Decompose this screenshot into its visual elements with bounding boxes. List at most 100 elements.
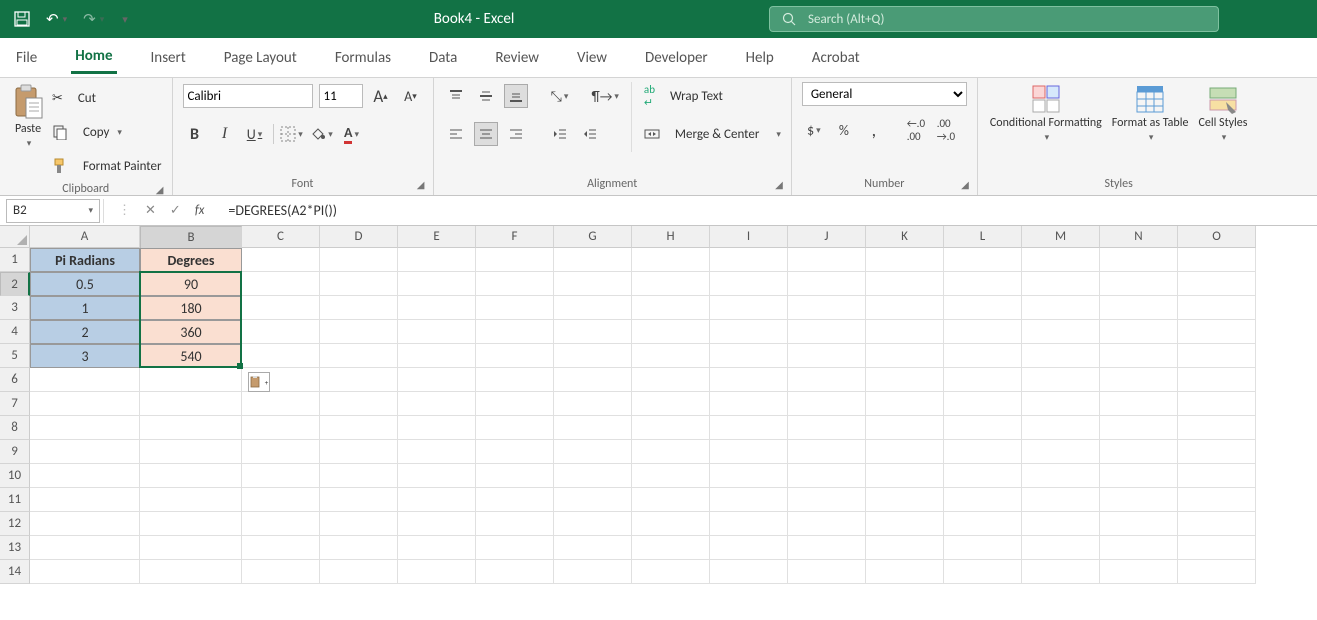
cell-J7[interactable]: [788, 392, 866, 416]
enter-icon[interactable]: ✓: [170, 203, 181, 218]
cell-D8[interactable]: [320, 416, 398, 440]
cell-G14[interactable]: [554, 560, 632, 584]
cell-D7[interactable]: [320, 392, 398, 416]
dialog-launcher-icon[interactable]: ◢: [417, 178, 425, 191]
cell-E3[interactable]: [398, 296, 476, 320]
decrease-decimal-button[interactable]: .00→.0: [934, 118, 958, 142]
cell-I8[interactable]: [710, 416, 788, 440]
cell-K14[interactable]: [866, 560, 944, 584]
cell-C12[interactable]: [242, 512, 320, 536]
cell-L1[interactable]: [944, 248, 1022, 272]
font-size-select[interactable]: [319, 84, 363, 108]
cell-E10[interactable]: [398, 464, 476, 488]
cell-O4[interactable]: [1178, 320, 1256, 344]
row-header-3[interactable]: 3: [0, 296, 30, 320]
cell-F14[interactable]: [476, 560, 554, 584]
cell-M13[interactable]: [1022, 536, 1100, 560]
cell-L8[interactable]: [944, 416, 1022, 440]
cell-I4[interactable]: [710, 320, 788, 344]
cell-F11[interactable]: [476, 488, 554, 512]
tab-acrobat[interactable]: Acrobat: [808, 43, 864, 73]
cell-J3[interactable]: [788, 296, 866, 320]
cell-A2[interactable]: 0.5: [30, 272, 140, 296]
cell-B1[interactable]: Degrees: [140, 248, 242, 272]
cell-G7[interactable]: [554, 392, 632, 416]
cell-K6[interactable]: [866, 368, 944, 392]
cell-I12[interactable]: [710, 512, 788, 536]
row-header-2[interactable]: 2: [0, 272, 30, 296]
cell-E8[interactable]: [398, 416, 476, 440]
cell-K8[interactable]: [866, 416, 944, 440]
cell-M10[interactable]: [1022, 464, 1100, 488]
cell-B7[interactable]: [140, 392, 242, 416]
bold-button[interactable]: B: [183, 122, 207, 146]
cell-O10[interactable]: [1178, 464, 1256, 488]
cell-H11[interactable]: [632, 488, 710, 512]
col-header-A[interactable]: A: [30, 226, 140, 248]
spreadsheet-grid[interactable]: ABCDEFGHIJKLMNO 1234567891011121314 Pi R…: [0, 226, 1317, 584]
cell-F3[interactable]: [476, 296, 554, 320]
cell-E12[interactable]: [398, 512, 476, 536]
align-bottom-button[interactable]: [504, 84, 528, 108]
cell-I13[interactable]: [710, 536, 788, 560]
cell-M2[interactable]: [1022, 272, 1100, 296]
cell-D1[interactable]: [320, 248, 398, 272]
cell-B11[interactable]: [140, 488, 242, 512]
row-header-13[interactable]: 13: [0, 536, 30, 560]
cell-O1[interactable]: [1178, 248, 1256, 272]
cell-H13[interactable]: [632, 536, 710, 560]
align-top-button[interactable]: [444, 84, 468, 108]
dialog-launcher-icon[interactable]: ◢: [156, 183, 164, 196]
cell-A4[interactable]: 2: [30, 320, 140, 344]
increase-indent-button[interactable]: [578, 122, 602, 146]
cell-I3[interactable]: [710, 296, 788, 320]
cell-J10[interactable]: [788, 464, 866, 488]
format-painter-button[interactable]: Format Painter: [52, 152, 162, 180]
cell-C14[interactable]: [242, 560, 320, 584]
cell-C11[interactable]: [242, 488, 320, 512]
cancel-icon[interactable]: ✕: [145, 203, 156, 218]
tab-formulas[interactable]: Formulas: [331, 43, 395, 73]
cell-N3[interactable]: [1100, 296, 1178, 320]
col-header-B[interactable]: B: [140, 226, 242, 250]
cell-M6[interactable]: [1022, 368, 1100, 392]
decrease-indent-button[interactable]: [548, 122, 572, 146]
cell-E2[interactable]: [398, 272, 476, 296]
cell-G6[interactable]: [554, 368, 632, 392]
cell-J1[interactable]: [788, 248, 866, 272]
row-header-6[interactable]: 6: [0, 368, 30, 392]
cell-G1[interactable]: [554, 248, 632, 272]
dropdown-icon[interactable]: ⋮: [118, 203, 131, 218]
cell-B9[interactable]: [140, 440, 242, 464]
cell-F9[interactable]: [476, 440, 554, 464]
cell-G8[interactable]: [554, 416, 632, 440]
cell-K2[interactable]: [866, 272, 944, 296]
cell-styles-button[interactable]: Cell Styles▾: [1196, 82, 1249, 145]
cell-L12[interactable]: [944, 512, 1022, 536]
col-header-F[interactable]: F: [476, 226, 554, 248]
cell-B3[interactable]: 180: [140, 296, 242, 320]
row-header-4[interactable]: 4: [0, 320, 30, 344]
italic-button[interactable]: I: [213, 122, 237, 146]
fill-color-button[interactable]: ▾: [310, 122, 334, 146]
cell-N5[interactable]: [1100, 344, 1178, 368]
cell-J13[interactable]: [788, 536, 866, 560]
cell-E14[interactable]: [398, 560, 476, 584]
cell-K4[interactable]: [866, 320, 944, 344]
cell-F2[interactable]: [476, 272, 554, 296]
cell-A6[interactable]: [30, 368, 140, 392]
cell-K10[interactable]: [866, 464, 944, 488]
row-header-14[interactable]: 14: [0, 560, 30, 584]
cell-H7[interactable]: [632, 392, 710, 416]
cell-A7[interactable]: [30, 392, 140, 416]
cell-A11[interactable]: [30, 488, 140, 512]
cell-C1[interactable]: [242, 248, 320, 272]
cell-D5[interactable]: [320, 344, 398, 368]
cell-L7[interactable]: [944, 392, 1022, 416]
cell-K5[interactable]: [866, 344, 944, 368]
cell-I6[interactable]: [710, 368, 788, 392]
col-header-D[interactable]: D: [320, 226, 398, 248]
cell-I10[interactable]: [710, 464, 788, 488]
conditional-formatting-button[interactable]: Conditional Formatting▾: [988, 82, 1104, 145]
cell-B14[interactable]: [140, 560, 242, 584]
